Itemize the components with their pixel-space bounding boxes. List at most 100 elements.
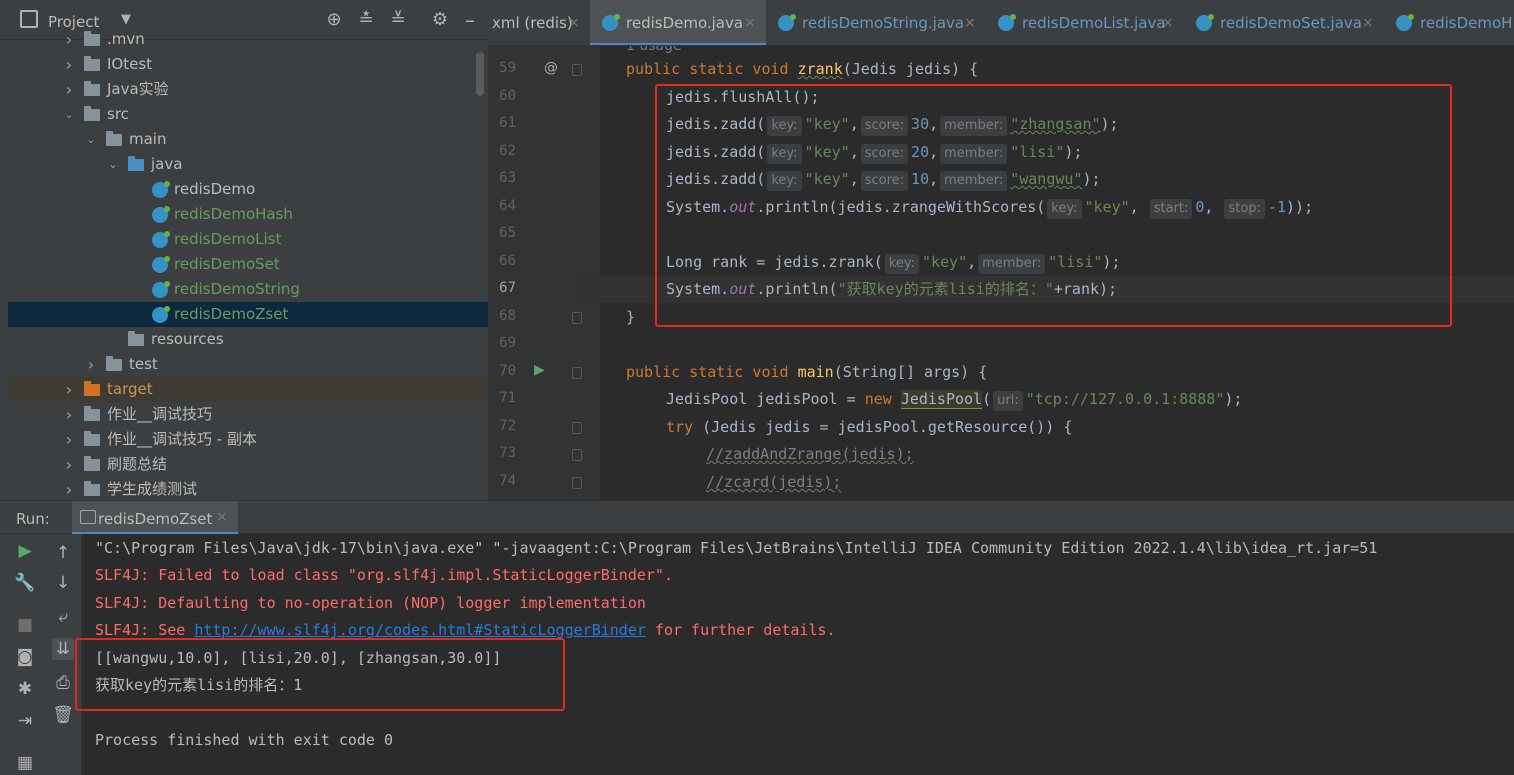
tab-label: redisDemoString.java <box>802 14 965 32</box>
tree-item[interactable]: › 作业__调试技巧 - 副本 <box>8 427 488 452</box>
tree-item[interactable]: › 学生成绩测试 <box>8 477 488 500</box>
trash-icon[interactable]: 🗑 <box>52 704 74 726</box>
chevron-down-icon[interactable]: ⌄ <box>84 127 98 152</box>
usage-hint[interactable]: 1 usage <box>626 46 682 54</box>
fold-marker-icon[interactable] <box>572 449 582 461</box>
line-number[interactable]: 65 <box>488 225 516 241</box>
chevron-right-icon[interactable]: › <box>62 427 76 452</box>
chevron-right-icon[interactable]: › <box>62 377 76 402</box>
line-number[interactable]: 71 <box>488 390 516 406</box>
tree-item-label: 学生成绩测试 <box>107 480 198 498</box>
close-icon[interactable]: × <box>568 0 580 45</box>
line-number[interactable]: 74 <box>488 473 516 489</box>
wrench-icon[interactable]: 🔧 <box>14 572 36 594</box>
tree-item[interactable]: › 作业__调试技巧 <box>8 402 488 427</box>
chevron-right-icon[interactable]: › <box>62 452 76 477</box>
tree-item[interactable]: › test <box>8 352 488 377</box>
tree-item[interactable]: redisDemoHash <box>8 202 488 227</box>
chevron-right-icon[interactable]: › <box>62 27 76 52</box>
line-number[interactable]: 72 <box>488 418 516 434</box>
line-number[interactable]: 70 <box>488 363 516 379</box>
tree-item-label: redisDemoString <box>174 280 300 298</box>
line-number[interactable]: 63 <box>488 170 516 186</box>
tab-label: redisDemoList.java <box>1022 14 1166 32</box>
tree-item[interactable]: ⌄ src <box>8 102 488 127</box>
tree-item-label: 作业__调试技巧 <box>107 405 213 423</box>
chevron-right-icon[interactable]: › <box>62 402 76 427</box>
folder-icon <box>84 31 100 46</box>
line-number[interactable]: 61 <box>488 115 516 131</box>
stop-icon[interactable]: ■ <box>14 614 36 636</box>
chevron-right-icon[interactable]: › <box>62 52 76 77</box>
line-number[interactable]: 60 <box>488 88 516 104</box>
tree-item[interactable]: redisDemoSet <box>8 252 488 277</box>
chevron-down-icon[interactable]: ⌄ <box>106 152 120 177</box>
rerun-icon[interactable]: ▶ <box>14 540 36 562</box>
line-number[interactable]: 66 <box>488 253 516 269</box>
tree-item[interactable]: › .mvn <box>8 27 488 52</box>
run-main-icon[interactable]: ▶ <box>534 362 545 378</box>
scroll-to-end-icon[interactable]: ⇊ <box>52 638 74 660</box>
tree-item[interactable]: redisDemo <box>8 177 488 202</box>
tree-item[interactable]: ⌄ main <box>8 127 488 152</box>
fold-marker-icon[interactable] <box>572 64 582 76</box>
editor-tab[interactable]: redisDemoSet.java × <box>1184 0 1384 45</box>
tree-item[interactable]: redisDemoString <box>8 277 488 302</box>
close-icon[interactable]: × <box>216 509 228 525</box>
project-view-icon[interactable] <box>20 10 38 28</box>
line-number[interactable]: 69 <box>488 335 516 351</box>
exit-icon[interactable]: ⇥ <box>14 710 36 732</box>
editor-tab[interactable]: redisDemoH <box>1384 0 1514 45</box>
tree-item[interactable]: ⌄ java <box>8 152 488 177</box>
fold-marker-icon[interactable] <box>572 312 582 324</box>
tab-label: redisDemoSet.java <box>1220 14 1362 32</box>
fold-marker-icon[interactable] <box>572 422 582 434</box>
tree-item[interactable]: › Java实验 <box>8 77 488 102</box>
tree-item[interactable]: redisDemoList <box>8 227 488 252</box>
override-marker-icon[interactable]: @ <box>544 60 558 76</box>
close-icon[interactable]: × <box>1362 0 1374 45</box>
line-number[interactable]: 73 <box>488 445 516 461</box>
tree-item[interactable]: redisDemoZset <box>8 302 488 327</box>
print-icon[interactable]: ⎙ <box>52 672 74 694</box>
tree-item[interactable]: resources <box>8 327 488 352</box>
line-number[interactable]: 68 <box>488 308 516 324</box>
project-panel: Project ▼ ⊕ ≛ ≚ ⚙ – › .mvn › IOtest › Java实验 ⌄… <box>0 0 488 500</box>
tree-item[interactable]: › IOtest <box>8 52 488 77</box>
fold-marker-icon[interactable] <box>572 367 582 379</box>
chevron-right-icon[interactable]: › <box>62 477 76 500</box>
arrow-down-icon[interactable]: ↓ <box>52 572 74 594</box>
editor-tab[interactable]: redisDemoString.java × <box>766 0 986 45</box>
line-number[interactable]: 67 <box>488 280 516 296</box>
camera-icon[interactable]: ◙ <box>14 646 36 668</box>
console-line: "C:\Program Files\Java\jdk-17\bin\java.e… <box>95 539 1378 557</box>
folder-icon <box>84 381 100 396</box>
editor-tab[interactable]: xml (redis) × <box>488 0 590 45</box>
line-number[interactable]: 64 <box>488 198 516 214</box>
chevron-right-icon[interactable]: › <box>84 352 98 377</box>
line-number[interactable]: 62 <box>488 143 516 159</box>
soft-wrap-icon[interactable]: ⤶ <box>52 606 74 628</box>
tab-label: redisDemoH <box>1420 14 1513 32</box>
editor-tab[interactable]: redisDemoList.java × <box>986 0 1184 45</box>
layout-icon[interactable]: ▦ <box>14 752 36 774</box>
fold-marker-icon[interactable] <box>572 477 582 489</box>
project-scrollbar[interactable] <box>476 52 484 96</box>
settings-icon[interactable]: ✱ <box>14 678 36 700</box>
chevron-down-icon[interactable]: ⌄ <box>62 102 76 127</box>
arrow-up-icon[interactable]: ↑ <box>52 542 74 564</box>
tree-item[interactable]: › 刷题总结 <box>8 452 488 477</box>
java-class-icon <box>152 256 170 273</box>
tree-item[interactable]: › target <box>8 377 488 402</box>
tree-item-label: redisDemo <box>174 180 256 198</box>
close-icon[interactable]: × <box>964 0 976 45</box>
java-class-icon <box>998 14 1016 31</box>
close-icon[interactable]: × <box>1162 0 1174 45</box>
editor-tab[interactable]: redisDemo.java × <box>590 0 766 45</box>
folder-icon <box>106 356 122 371</box>
chevron-right-icon[interactable]: › <box>62 77 76 102</box>
close-icon[interactable]: × <box>744 0 756 45</box>
run-tab[interactable]: redisDemoZset × <box>72 501 238 535</box>
console-link[interactable]: http://www.slf4j.org/codes.html#StaticLo… <box>194 621 646 639</box>
line-number[interactable]: 59 <box>488 60 516 76</box>
